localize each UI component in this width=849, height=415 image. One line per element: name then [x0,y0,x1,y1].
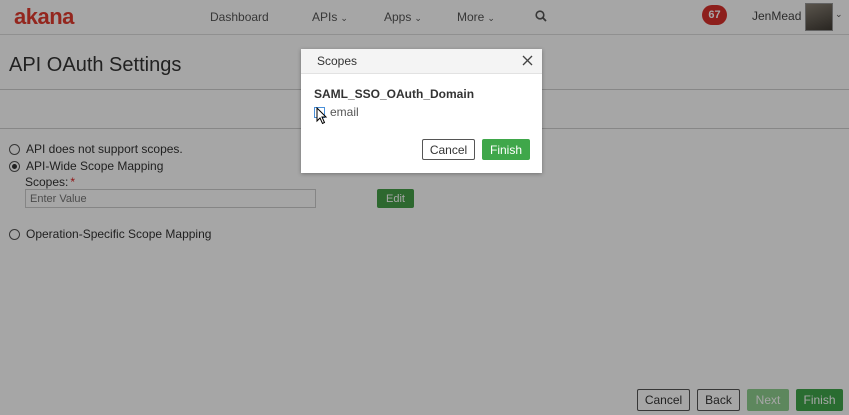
scopes-modal: Scopes SAML_SSO_OAuth_Domain email Cance… [301,49,542,173]
mouse-cursor-icon [316,107,328,125]
modal-finish-button[interactable]: Finish [482,139,530,160]
scope-label: email [330,105,359,119]
modal-cancel-button[interactable]: Cancel [422,139,475,160]
modal-title: Scopes [317,54,358,68]
close-icon[interactable] [522,55,533,66]
oauth-domain-name: SAML_SSO_OAuth_Domain [314,87,475,101]
modal-header: Scopes [301,49,542,74]
